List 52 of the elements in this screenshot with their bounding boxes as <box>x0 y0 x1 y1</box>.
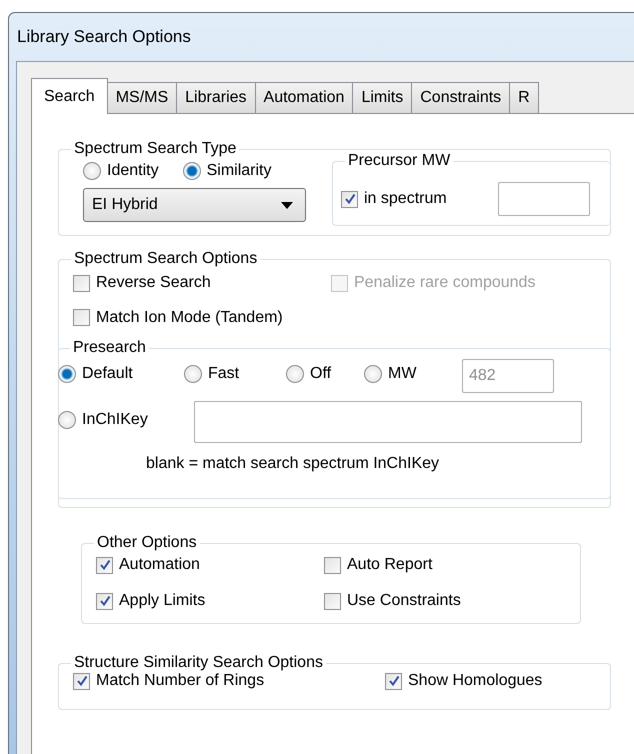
checkbox[interactable] <box>73 672 90 690</box>
radio-button[interactable] <box>286 364 304 382</box>
tab[interactable]: Constraints <box>411 82 510 113</box>
radio-label: InChIKey <box>82 410 148 428</box>
checkbox[interactable] <box>73 274 90 292</box>
group-title: Other Options <box>96 534 198 552</box>
dropdown[interactable]: EI Hybrid <box>83 188 306 222</box>
input-field[interactable] <box>194 401 582 443</box>
checkbox[interactable] <box>96 556 113 574</box>
tab[interactable]: MS/MS <box>106 82 178 113</box>
group-title: Spectrum Search Options <box>73 250 258 268</box>
checkbox-label: Match Number of Rings <box>96 672 264 690</box>
checkbox[interactable] <box>73 309 90 326</box>
tab[interactable]: Libraries <box>176 82 256 113</box>
input-field[interactable] <box>498 182 590 216</box>
radio-label: Default <box>82 364 133 382</box>
tab[interactable]: Limits <box>352 82 412 113</box>
radio-button[interactable] <box>83 162 101 180</box>
group-title: Precursor MW <box>347 152 452 170</box>
checkbox[interactable] <box>385 672 402 690</box>
tab[interactable]: Search <box>31 78 108 114</box>
radio-label: Similarity <box>206 162 272 180</box>
radio-button[interactable] <box>58 364 76 382</box>
checkbox[interactable] <box>324 556 341 574</box>
radio-button[interactable] <box>364 364 382 382</box>
checkbox-label: Auto Report <box>347 556 432 574</box>
group-title: Structure Similarity Search Options <box>73 654 324 672</box>
checkbox-label: in spectrum <box>364 190 447 208</box>
group-title: Presearch <box>72 339 147 357</box>
checkbox-label: Penalize rare compounds <box>354 274 536 292</box>
hint-text: blank = match search spectrum InChIKey <box>145 454 440 473</box>
checkbox-label: Show Homologues <box>408 672 542 690</box>
checkbox-label: Reverse Search <box>96 274 211 292</box>
checkbox-label: Match Ion Mode (Tandem) <box>96 308 283 326</box>
checkbox-label: Automation <box>119 556 200 574</box>
tab[interactable]: Automation <box>254 82 354 113</box>
radio-button[interactable] <box>182 162 201 180</box>
radio-label: Off <box>310 364 332 382</box>
checkbox-label: Use Constraints <box>347 592 461 610</box>
caret-icon <box>281 202 293 208</box>
tab[interactable]: R <box>509 82 539 113</box>
radio-label: MW <box>388 364 416 382</box>
window-title: Library Search Options <box>16 26 192 48</box>
radio-label: Identity <box>107 162 159 180</box>
checkbox[interactable] <box>324 592 341 610</box>
radio-button[interactable] <box>58 410 76 428</box>
radio-label: Fast <box>208 364 240 382</box>
group-title: Spectrum Search Type <box>73 140 238 158</box>
checkbox[interactable] <box>341 190 358 208</box>
checkbox[interactable] <box>96 592 113 610</box>
radio-button[interactable] <box>184 364 202 382</box>
checkbox-label: Apply Limits <box>119 592 206 610</box>
